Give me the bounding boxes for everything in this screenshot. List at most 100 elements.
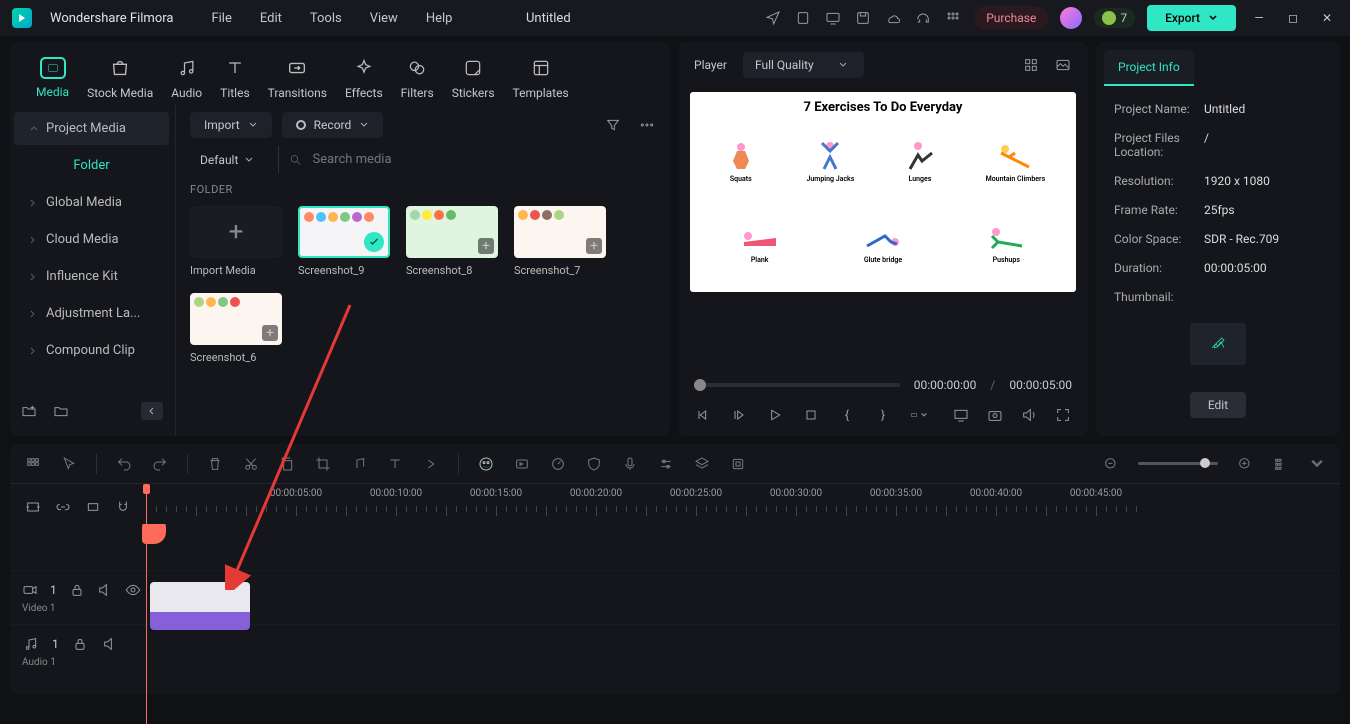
progress-slider[interactable] <box>694 383 900 387</box>
export-button[interactable]: Export <box>1147 5 1236 31</box>
timeline-ruler[interactable]: 00:00:05:0000:00:10:0000:00:15:0000:00:2… <box>146 484 1340 524</box>
pointer-icon[interactable] <box>60 455 78 473</box>
timeline-clip[interactable] <box>150 582 250 630</box>
lock-icon[interactable] <box>71 635 89 653</box>
crop-icon[interactable] <box>314 455 332 473</box>
clip-icon[interactable] <box>910 406 928 424</box>
prev-frame-icon[interactable] <box>694 406 712 424</box>
sidebar-influence-kit[interactable]: Influence Kit <box>14 260 169 293</box>
more-tools-icon[interactable] <box>422 455 440 473</box>
cloud-icon[interactable] <box>884 9 902 27</box>
zoom-slider[interactable] <box>1138 462 1218 465</box>
tab-templates[interactable]: Templates <box>511 52 571 104</box>
undo-icon[interactable] <box>115 455 133 473</box>
folder-icon[interactable] <box>52 402 70 420</box>
menu-file[interactable]: File <box>211 11 231 26</box>
zoom-out-icon[interactable] <box>1102 455 1120 473</box>
cut-icon[interactable] <box>242 455 260 473</box>
fullscreen-icon[interactable] <box>1054 406 1072 424</box>
monitor-icon[interactable] <box>824 9 842 27</box>
audio-track[interactable]: 1 Audio 1 <box>10 624 1340 678</box>
snapshot-icon[interactable] <box>986 406 1004 424</box>
tab-transitions[interactable]: Transitions <box>266 52 329 104</box>
zoom-in-icon[interactable] <box>1236 455 1254 473</box>
filter-icon[interactable] <box>604 116 622 134</box>
add-icon[interactable]: + <box>586 238 602 254</box>
device-icon[interactable] <box>794 9 812 27</box>
sidebar-global-media[interactable]: Global Media <box>14 186 169 219</box>
minimize-button[interactable]: — <box>1248 7 1270 29</box>
maximize-button[interactable]: ◻ <box>1282 7 1304 29</box>
speed-icon[interactable] <box>549 455 567 473</box>
tab-stickers[interactable]: Stickers <box>450 52 497 104</box>
display-icon[interactable] <box>952 406 970 424</box>
add-icon[interactable]: + <box>262 325 278 341</box>
marker-icon[interactable] <box>84 498 102 516</box>
quality-dropdown[interactable]: Full Quality <box>743 52 864 78</box>
media-item[interactable]: + Screenshot_6 <box>190 293 282 364</box>
sidebar-folder[interactable]: Folder <box>14 149 169 182</box>
link-icon[interactable] <box>54 498 72 516</box>
delete-icon[interactable] <box>206 455 224 473</box>
play-icon[interactable] <box>766 406 784 424</box>
sidebar-project-media[interactable]: Project Media <box>14 112 169 145</box>
sliders-icon[interactable] <box>657 455 675 473</box>
sidebar-cloud-media[interactable]: Cloud Media <box>14 223 169 256</box>
audio-tool-icon[interactable] <box>350 455 368 473</box>
lock-icon[interactable] <box>69 581 85 599</box>
ai-icon[interactable] <box>477 455 495 473</box>
mark-in-icon[interactable]: { <box>838 406 856 424</box>
menu-help[interactable]: Help <box>426 11 453 26</box>
copy-icon[interactable] <box>278 455 296 473</box>
tab-filters[interactable]: Filters <box>399 52 436 104</box>
preview-viewport[interactable]: 7 Exercises To Do Everyday Squats Jumpin… <box>690 92 1076 292</box>
stop-icon[interactable] <box>802 406 820 424</box>
playhead[interactable] <box>146 484 147 724</box>
text-tool-icon[interactable] <box>386 455 404 473</box>
close-button[interactable]: ✕ <box>1316 7 1338 29</box>
effects-tool-icon[interactable] <box>513 455 531 473</box>
mute-icon[interactable] <box>101 635 119 653</box>
shield-icon[interactable] <box>585 455 603 473</box>
redo-icon[interactable] <box>151 455 169 473</box>
tab-media[interactable]: Media <box>34 53 71 103</box>
avatar[interactable] <box>1060 7 1082 29</box>
import-media-tile[interactable]: + Import Media <box>190 206 282 277</box>
purchase-button[interactable]: Purchase <box>974 6 1048 30</box>
headphones-icon[interactable] <box>914 9 932 27</box>
mark-out-icon[interactable]: } <box>874 406 892 424</box>
play-start-icon[interactable] <box>730 406 748 424</box>
keyframe-icon[interactable] <box>729 455 747 473</box>
send-icon[interactable] <box>764 9 782 27</box>
gems-badge[interactable]: 7 <box>1094 8 1135 28</box>
grid-icon[interactable] <box>24 455 42 473</box>
menu-tools[interactable]: Tools <box>310 11 342 26</box>
magnet-icon[interactable] <box>114 498 132 516</box>
new-folder-icon[interactable] <box>20 402 38 420</box>
apps-icon[interactable] <box>944 9 962 27</box>
layers-icon[interactable] <box>693 455 711 473</box>
media-item[interactable]: + Screenshot_8 <box>406 206 498 277</box>
collapse-sidebar-icon[interactable] <box>141 402 163 420</box>
more-icon[interactable] <box>638 116 656 134</box>
edit-thumbnail-button[interactable]: Edit <box>1190 392 1246 418</box>
tab-effects[interactable]: Effects <box>343 52 385 104</box>
list-view-icon[interactable] <box>1272 455 1290 473</box>
mic-icon[interactable] <box>621 455 639 473</box>
grid-view-icon[interactable] <box>1022 56 1040 74</box>
save-icon[interactable] <box>854 9 872 27</box>
menu-edit[interactable]: Edit <box>260 11 282 26</box>
add-icon[interactable]: + <box>478 238 494 254</box>
sort-dropdown[interactable]: Default <box>190 147 264 173</box>
image-icon[interactable] <box>1054 56 1072 74</box>
media-item[interactable]: Screenshot_9 <box>298 206 390 277</box>
volume-icon[interactable] <box>1020 406 1038 424</box>
tab-stock-media[interactable]: Stock Media <box>85 52 155 104</box>
search-input[interactable] <box>313 152 647 167</box>
sidebar-adjustment-layer[interactable]: Adjustment La... <box>14 297 169 330</box>
add-track-icon[interactable] <box>24 498 42 516</box>
eye-icon[interactable] <box>125 581 141 599</box>
record-dropdown[interactable]: Record <box>282 112 384 138</box>
menu-view[interactable]: View <box>370 11 398 26</box>
mute-icon[interactable] <box>97 581 113 599</box>
